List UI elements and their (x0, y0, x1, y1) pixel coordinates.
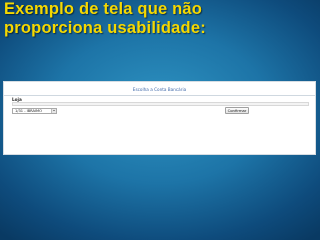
screenshot-panel: Escolha a Conta Bancária Loja 1/31 - IBR… (3, 81, 316, 155)
slide-title-line-1: Exemplo de tela que não (4, 0, 203, 18)
field-bar (12, 101, 309, 106)
slide-title: Exemplo de tela que não proporciona usab… (4, 0, 316, 38)
panel-heading: Escolha a Conta Bancária (132, 87, 187, 92)
panel-divider (4, 95, 315, 96)
slide-title-line-2: proporciona usabilidade: (4, 19, 206, 37)
store-select[interactable]: 1/31 - IBRAIMO (12, 107, 57, 114)
store-select-value: 1/31 - IBRAIMO (15, 108, 42, 113)
chevron-down-icon[interactable] (51, 108, 56, 113)
confirm-button[interactable]: Confirmar (225, 107, 249, 114)
